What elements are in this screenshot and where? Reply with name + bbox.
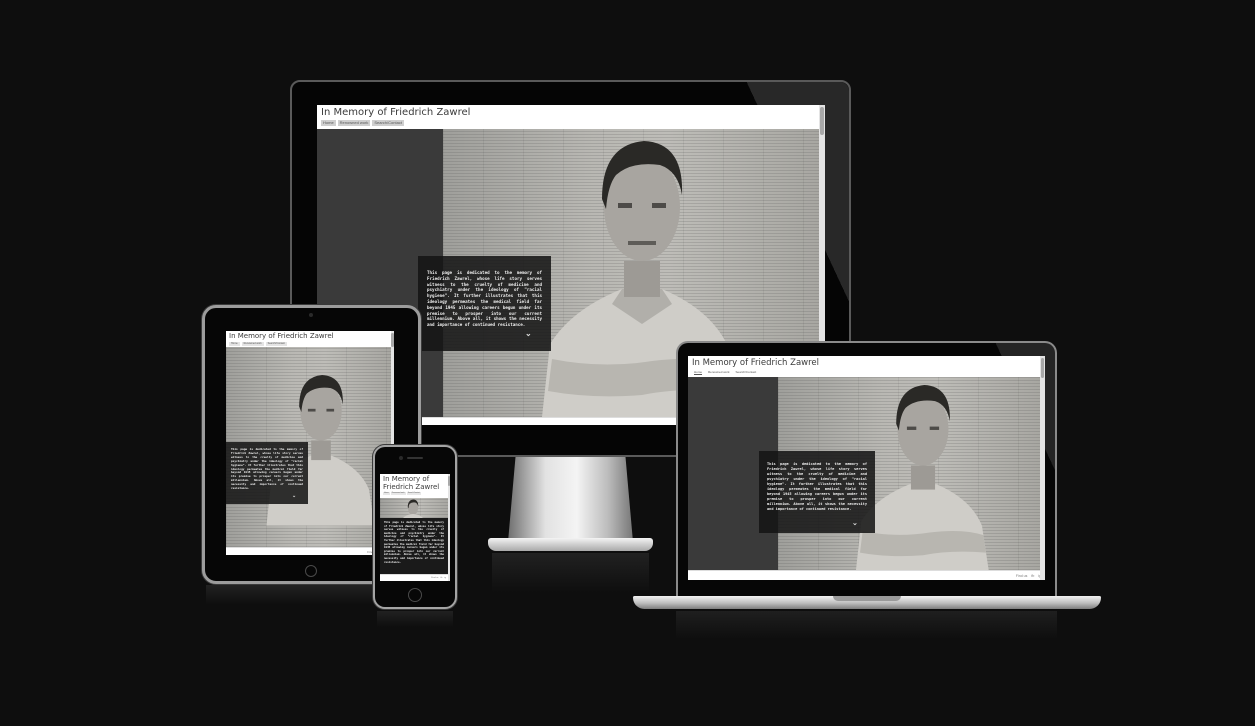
site-header: In Memory of Friedrich Zawrel Home Renow…: [226, 331, 394, 347]
footer-find-us-link[interactable]: Find us: [431, 577, 438, 579]
footer-facebook-link[interactable]: fb: [1031, 574, 1034, 578]
monitor-stand-neck: [508, 457, 633, 542]
intro-text: This page is dedicated to the memory of …: [231, 447, 303, 491]
tablet-home-button[interactable]: [305, 565, 317, 577]
laptop-notch: [833, 596, 901, 601]
tablet-screen: In Memory of Friedrich Zawrel Home Renow…: [226, 331, 394, 555]
tablet-camera: [309, 313, 313, 317]
footer-instagram-link[interactable]: ig: [444, 577, 446, 579]
site-title: In Memory of Friedrich Zawrel: [692, 358, 820, 368]
intro-overlay: This page is dedicated to the memory of …: [380, 518, 448, 574]
nav-home-link[interactable]: Home: [229, 342, 240, 346]
intro-text: This page is dedicated to the memory of …: [767, 462, 867, 511]
site-title: In Memory of Friedrich Zawrel: [321, 107, 471, 118]
intro-text: This page is dedicated to the memory of …: [427, 270, 542, 328]
nav-search-contact-link[interactable]: Search/Contact: [372, 120, 404, 126]
main-nav: Home Renowned work Search/Contact: [321, 120, 821, 126]
phone-camera: [399, 456, 403, 460]
main-nav: Home Renowned work Search/Contact: [692, 370, 1041, 374]
site-footer: Find us fb ig: [688, 570, 1045, 580]
site-footer: Find us fb ig: [226, 547, 394, 555]
nav-renowned-work-link[interactable]: Renowned work: [390, 492, 406, 495]
scroll-down-chevron[interactable]: ⌄: [525, 329, 532, 338]
hero-section: This page is dedicated to the memory of …: [380, 498, 448, 574]
nav-home-link[interactable]: Home: [692, 370, 705, 374]
site-title: In Memory of Friedrich Zawrel: [383, 475, 440, 491]
footer-find-us-link[interactable]: Find us: [1016, 574, 1027, 578]
scroll-down-chevron[interactable]: ⌄: [852, 519, 858, 527]
portrait-photo: [403, 499, 423, 518]
nav-renowned-work-link[interactable]: Renowned work: [337, 120, 371, 126]
hero-section: This page is dedicated to the memory of …: [226, 347, 391, 547]
phone-home-button[interactable]: [408, 588, 422, 602]
intro-text: This page is dedicated to the memory of …: [384, 521, 444, 564]
monitor-stand-reflection: [492, 553, 649, 593]
laptop-reflection: [676, 611, 1057, 639]
phone-screen: In Memory of Friedrich Zawrel Home Renow…: [380, 474, 450, 581]
footer-facebook-link[interactable]: fb: [440, 577, 442, 579]
phone-speaker: [407, 457, 423, 459]
nav-search-contact-link[interactable]: Search/Contact: [265, 342, 287, 346]
nav-renowned-work-link[interactable]: Renowned work: [706, 370, 732, 374]
nav-search-contact-link[interactable]: Search/Contact: [733, 370, 759, 374]
site-title: In Memory of Friedrich Zawrel: [229, 332, 334, 340]
site-header: In Memory of Friedrich Zawrel Home Renow…: [688, 356, 1045, 377]
nav-renowned-work-link[interactable]: Renowned work: [241, 342, 264, 346]
nav-home-link[interactable]: Home: [321, 120, 336, 126]
site-footer: Find us fb ig: [380, 574, 450, 581]
main-nav: Home Renowned work Search/Contact: [383, 492, 448, 495]
page-scrollbar[interactable]: [448, 474, 450, 581]
page-scrollbar[interactable]: [1040, 356, 1045, 580]
hero-section: This page is dedicated to the memory of …: [688, 377, 1040, 570]
site-header: In Memory of Friedrich Zawrel Home Renow…: [380, 474, 450, 495]
nav-home-link[interactable]: Home: [383, 492, 390, 495]
nav-search-contact-link[interactable]: Search/Contact: [406, 492, 422, 495]
site-header: In Memory of Friedrich Zawrel Home Renow…: [317, 105, 825, 129]
scroll-down-chevron[interactable]: ⌄: [292, 493, 296, 499]
main-nav: Home Renowned work Search/Contact: [229, 342, 391, 346]
laptop-screen: In Memory of Friedrich Zawrel Home Renow…: [688, 356, 1045, 580]
monitor-stand-foot: [488, 538, 653, 551]
phone-reflection: [377, 611, 453, 627]
